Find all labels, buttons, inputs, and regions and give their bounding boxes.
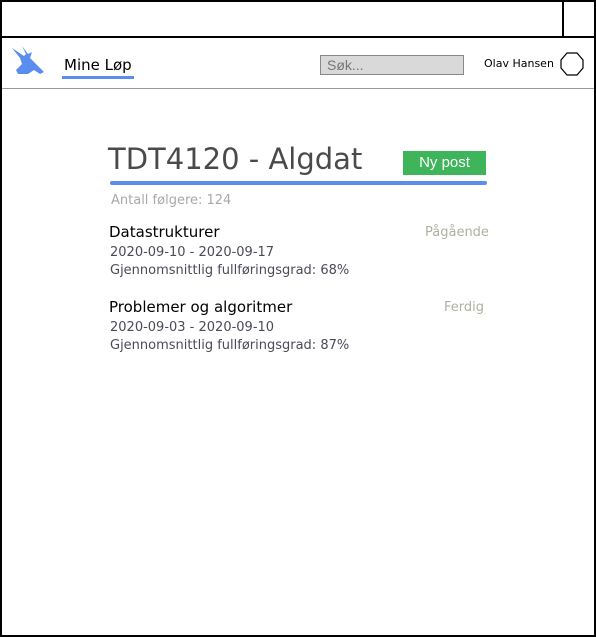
- follower-count: Antall følgere: 124: [111, 193, 232, 208]
- antelope-logo-icon[interactable]: [10, 44, 48, 80]
- post-completion-rate: Gjennomsnittlig fullføringsgrad: 87%: [110, 338, 350, 353]
- course-title: TDT4120 - Algdat: [108, 142, 363, 176]
- user-name[interactable]: Olav Hansen: [484, 57, 554, 70]
- title-underline: [110, 181, 487, 185]
- post-dates: 2020-09-10 - 2020-09-17: [110, 245, 275, 260]
- window-titlebar: [2, 2, 594, 38]
- hexagon-avatar-icon[interactable]: [559, 51, 585, 77]
- nav-link-mine-lop[interactable]: Mine Løp: [64, 56, 132, 74]
- post-dates: 2020-09-03 - 2020-09-10: [110, 320, 275, 335]
- post-title[interactable]: Datastrukturer: [109, 223, 220, 241]
- new-post-button[interactable]: Ny post: [403, 151, 486, 175]
- post-item[interactable]: Problemer og algoritmer Ferdig 2020-09-0…: [109, 298, 493, 358]
- app-window: Mine Løp Olav Hansen TDT4120 - Algdat Ny…: [0, 0, 596, 637]
- search-input[interactable]: [320, 55, 464, 75]
- post-status: Pågående: [425, 225, 489, 240]
- post-item[interactable]: Datastrukturer Pågående 2020-09-10 - 202…: [109, 223, 493, 283]
- top-navbar: Mine Løp Olav Hansen: [2, 38, 594, 89]
- nav-active-indicator: [62, 76, 134, 79]
- post-title[interactable]: Problemer og algoritmer: [109, 298, 292, 316]
- post-completion-rate: Gjennomsnittlig fullføringsgrad: 68%: [110, 263, 350, 278]
- post-status: Ferdig: [444, 300, 484, 315]
- window-control-button[interactable]: [562, 2, 594, 36]
